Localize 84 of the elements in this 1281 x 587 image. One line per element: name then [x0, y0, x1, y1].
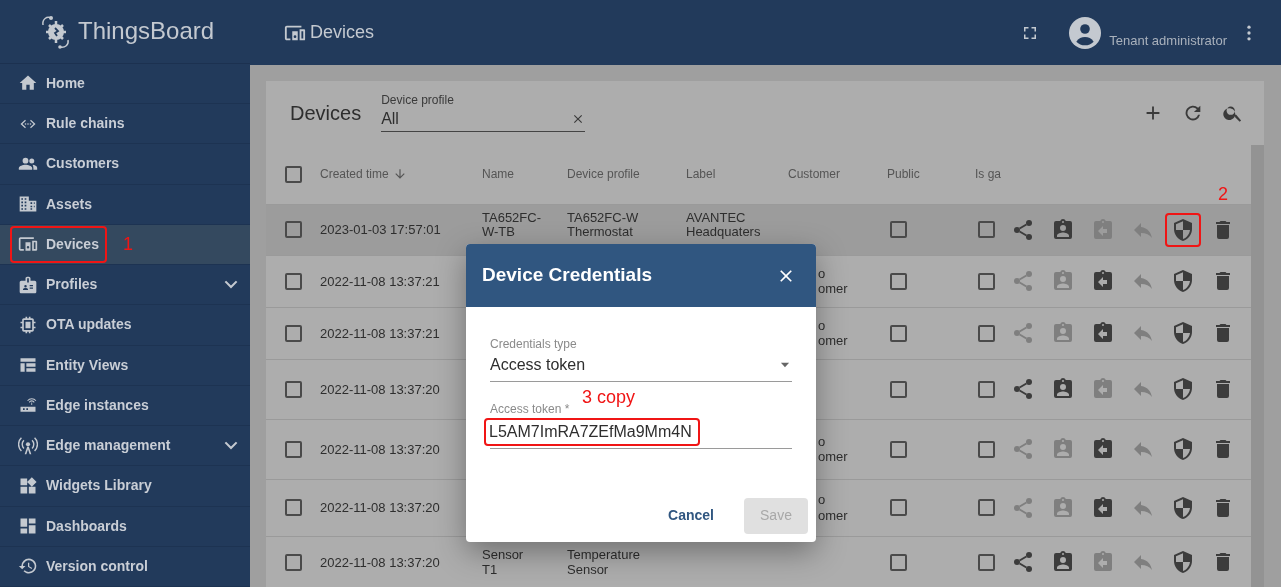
scrollbar[interactable]	[1251, 144, 1264, 587]
share-icon[interactable]	[1011, 377, 1035, 402]
table-cell-text: TA652FC- W-TB	[482, 210, 542, 239]
dialog-title: Device Credentials	[482, 263, 653, 288]
checkbox[interactable]	[284, 324, 302, 342]
table-cell-text: 2022-11-08 13:37:21	[320, 272, 441, 291]
badge-icon	[18, 274, 38, 295]
shield-icon[interactable]	[1171, 269, 1195, 294]
shield-icon[interactable]	[1171, 437, 1195, 462]
shield-icon[interactable]	[1171, 217, 1195, 242]
table-cell-text: Temperature Sensor	[567, 546, 641, 578]
checkbox[interactable]	[284, 272, 302, 290]
chevron-down-icon	[224, 280, 238, 290]
sidebar-item[interactable]: OTA updates	[0, 305, 250, 346]
annotation-number: 1	[122, 232, 133, 256]
sidebar-item[interactable]: Profiles	[0, 265, 250, 306]
chip-icon	[18, 314, 38, 335]
table-cell-text: 2022-11-08 13:37:20	[320, 440, 441, 459]
assign-icon[interactable]	[1051, 217, 1075, 242]
checkbox[interactable]	[978, 380, 995, 398]
checkbox[interactable]	[284, 380, 302, 398]
table-cell-text: o omer	[817, 317, 849, 349]
annotation-number: 2	[1218, 183, 1228, 204]
chevron-down-icon	[224, 441, 238, 451]
cancel-button[interactable]: Cancel	[654, 497, 728, 534]
shield-icon[interactable]	[1171, 321, 1195, 346]
table-cell-text: 2022-11-08 13:37:21	[320, 324, 441, 343]
page-title: Devices	[310, 21, 375, 44]
sidebar-item[interactable]: Home	[0, 63, 250, 105]
table-cell-text: 2022-11-08 13:37:20	[320, 380, 441, 399]
shield-icon[interactable]	[1171, 377, 1195, 402]
checkbox[interactable]	[890, 380, 907, 398]
checkbox[interactable]	[890, 272, 907, 290]
card-title: Devices	[290, 100, 362, 126]
checkbox[interactable]	[978, 221, 995, 239]
share-icon[interactable]	[1011, 217, 1035, 242]
antenna-icon	[18, 435, 38, 456]
checkbox[interactable]	[284, 499, 302, 517]
checkbox[interactable]	[284, 221, 302, 239]
checkbox[interactable]	[978, 499, 995, 517]
credentials-type-select[interactable]: Credentials type Access token	[490, 335, 792, 382]
sidebar-item[interactable]: Entity Views	[0, 345, 250, 386]
sidebar-item[interactable]: Edge instances	[0, 385, 250, 427]
table-cell-text: Sensor T1	[482, 546, 525, 578]
device-profile-field[interactable]: Device profile All	[381, 93, 586, 132]
widgets-icon	[18, 475, 38, 496]
table-cell-text: 2022-11-08 13:37:20	[320, 553, 441, 572]
sidebar-item[interactable]: Customers	[0, 144, 250, 185]
building-icon	[18, 194, 38, 215]
checkbox[interactable]	[284, 440, 302, 458]
sidebar-item[interactable]: Edge management	[0, 426, 250, 467]
avatar-icon[interactable]	[1069, 16, 1102, 49]
annotation-note: 3 copy	[582, 386, 636, 409]
sidebar-item[interactable]: Devices 1	[0, 224, 250, 266]
unassign-icon[interactable]	[1091, 495, 1115, 520]
share-icon[interactable]	[1011, 550, 1035, 575]
table-cell-text: AVANTEC Headquaters	[686, 210, 762, 239]
checkbox[interactable]	[284, 165, 302, 183]
checkbox[interactable]	[978, 324, 995, 342]
table-cell-text: o omer	[817, 433, 849, 465]
checkbox[interactable]	[284, 553, 302, 571]
sidebar-item[interactable]: Assets	[0, 184, 250, 225]
table-cell-text: o omer	[817, 265, 849, 297]
checkbox[interactable]	[978, 440, 995, 458]
sidebar-item[interactable]: Version control	[0, 546, 250, 587]
table-cell-text: 2022-11-08 13:37:20	[320, 499, 441, 517]
checkbox[interactable]	[890, 221, 907, 239]
sidebar-item[interactable]: Dashboards	[0, 506, 250, 547]
checkbox[interactable]	[890, 499, 907, 517]
checkbox[interactable]	[978, 553, 995, 571]
checkbox[interactable]	[890, 324, 907, 342]
sidebar-item[interactable]: Widgets Library	[0, 466, 250, 507]
brand-name: ThingsBoard	[78, 16, 215, 47]
checkbox[interactable]	[890, 553, 907, 571]
checkbox[interactable]	[890, 440, 907, 458]
shield-icon[interactable]	[1171, 495, 1195, 520]
shield-icon[interactable]	[1171, 550, 1195, 575]
access-token-field[interactable]: L5AM7ImRA7ZEfMa9Mm4N	[486, 420, 698, 444]
checkbox[interactable]	[978, 272, 995, 290]
user-role: Tenant administrator	[1109, 31, 1227, 50]
sidebar-item[interactable]: Rule chains	[0, 104, 250, 145]
table-cell-text: 2023-01-03 17:57:01	[320, 221, 442, 239]
table-cell-text: TA652FC-W Thermostat	[567, 210, 640, 239]
dashboard-icon	[18, 516, 38, 537]
